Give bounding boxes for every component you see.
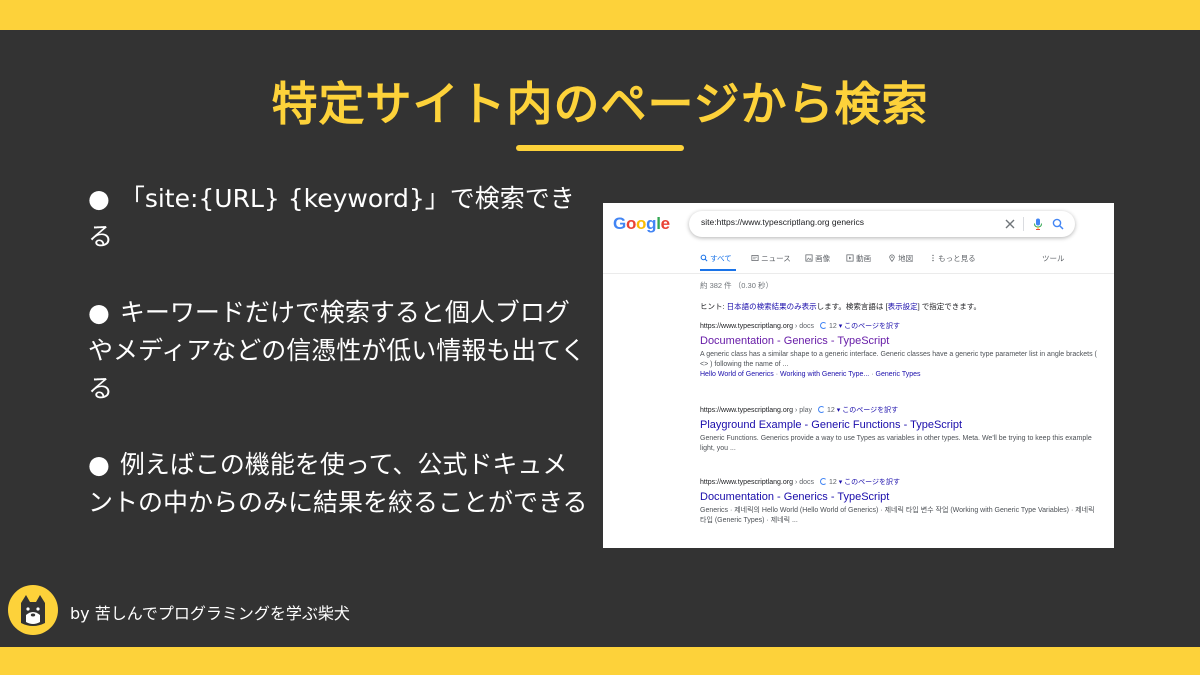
loading-icon [818,406,826,413]
translate-link[interactable]: ▾ このページを訳す [839,323,900,330]
google-search-screenshot: Google site:https://www.typescriptlang.o… [603,203,1114,548]
shiba-avatar [8,585,58,635]
tab-label: すべて [710,254,732,263]
result-snippet: Generic Functions. Generics provide a wa… [700,435,1092,452]
result-url[interactable]: https://www.typescriptlang.org › docs 12… [700,321,1100,332]
bottom-accent-band [0,647,1200,675]
bullet-text: キーワードだけで検索すると個人ブログやメディアなどの信憑性が低い情報も出てくる [88,298,586,403]
logo-letter: G [613,214,626,233]
map-pin-icon [889,254,895,263]
sitelinks: Hello World of Generics · Working with G… [700,371,1100,378]
tab-news[interactable]: ニュース [751,253,791,264]
bullet-dot: ● [88,298,110,327]
sitelink[interactable]: Hello World of Generics [700,371,774,378]
tab-label: 画像 [815,254,831,263]
author-byline: by 苦しんでプログラミングを学ぶ柴犬 [70,604,350,623]
video-icon [846,254,854,262]
tab-all[interactable]: すべて [700,253,732,264]
title-underline [516,145,684,151]
tab-label: 動画 [856,254,872,263]
loading-icon [819,478,827,485]
japanese-only-link[interactable]: 日本語の検索結果のみ表示 [727,302,817,311]
bullet-item: ● 「site:{URL} {keyword}」で検索できる [88,180,588,256]
loading-icon [819,322,827,329]
search-box[interactable]: site:https://www.typescriptlang.org gene… [689,211,1075,237]
result-title-link[interactable]: Documentation - Generics - TypeScript [700,491,1100,503]
tab-videos[interactable]: 動画 [846,253,871,264]
result-url[interactable]: https://www.typescriptlang.org › play 12… [700,405,1100,416]
image-icon [805,254,813,262]
result-snippet: A generic class has a similar shape to a… [700,351,1097,368]
result-count: 12 [827,407,835,414]
translate-link[interactable]: ▾ このページを訳す [839,479,900,486]
result-domain: https://www.typescriptlang.org [700,323,793,330]
clear-icon[interactable] [1003,217,1017,231]
result-domain: https://www.typescriptlang.org [700,479,793,486]
result-count: 12 [828,479,837,486]
bullet-list: ● 「site:{URL} {keyword}」で検索できる ● キーワードだけで検… [88,180,588,560]
tabs-divider [603,273,1114,274]
bullet-text: 「site:{URL} {keyword}」で検索できる [88,184,575,251]
hint-suffix: ] で指定できます。 [917,302,982,311]
tab-label: 地図 [898,254,914,263]
top-accent-band [0,0,1200,30]
result-path: › docs [793,323,815,330]
tab-label: ニュース [761,254,791,263]
bullet-dot: ● [88,184,110,213]
search-result: https://www.typescriptlang.org › docs 12… [700,321,1100,378]
microphone-icon[interactable] [1031,217,1045,231]
result-snippet: Generics · 제네릭의 Hello World (Hello World… [700,507,1095,524]
result-stats: 約 382 件 （0.30 秒） [700,281,773,290]
logo-letter: e [660,214,670,233]
tools-button[interactable]: ツール [1042,253,1065,264]
hint-middle: します。検索言語は [ [816,302,888,311]
sitelink[interactable]: Generic Types [876,371,921,378]
search-input[interactable]: site:https://www.typescriptlang.org gene… [701,217,864,227]
logo-letter: o [625,214,637,233]
logo-letter: o [636,214,647,233]
result-domain: https://www.typescriptlang.org [700,407,793,414]
bullet-text: 例えばこの機能を使って、公式ドキュメントの中からのみに結果を絞ることができる [88,450,588,517]
result-path: › play [793,407,813,414]
hint-prefix: ヒント: [700,302,727,311]
shiba-dog-icon [21,595,45,626]
logo-letter: g [646,214,657,233]
bullet-item: ● 例えばこの機能を使って、公式ドキュメントの中からのみに結果を絞ることができる [88,446,588,522]
sitelink[interactable]: Working with Generic Type... [780,371,869,378]
google-logo: Google [613,214,670,234]
tab-maps[interactable]: 地図 [888,253,913,264]
slide-title: 特定サイト内のページから検索 [271,77,929,131]
search-icon [700,254,708,262]
tab-more[interactable]: もっと見る [930,253,976,264]
result-url[interactable]: https://www.typescriptlang.org › docs 12… [700,477,1100,488]
result-count: 12 [828,323,837,330]
translate-link[interactable]: ▾ このページを訳す [837,407,898,414]
tab-images[interactable]: 画像 [805,253,830,264]
more-vertical-icon [932,254,934,262]
tab-label: もっと見る [938,254,976,263]
bullet-item: ● キーワードだけで検索すると個人ブログやメディアなどの信憑性が低い情報も出てくる [88,294,588,408]
search-tabs: すべて ニュース 画像 動画 地図 もっと見る ツール [700,253,1090,269]
search-icon[interactable] [1051,217,1065,231]
search-result: https://www.typescriptlang.org › play 12… [700,405,1100,454]
language-hint: ヒント: 日本語の検索結果のみ表示します。検索言語は [表示設定] で指定できま… [700,301,981,312]
news-icon [751,255,759,261]
result-title-link[interactable]: Playground Example - Generic Functions -… [700,419,1100,431]
result-path: › docs [793,479,815,486]
divider [1023,217,1024,231]
result-title-link[interactable]: Documentation - Generics - TypeScript [700,335,1100,347]
display-settings-link[interactable]: 表示設定 [888,302,918,311]
bullet-dot: ● [88,450,110,479]
active-tab-indicator [700,269,736,271]
search-result: https://www.typescriptlang.org › docs 12… [700,477,1100,526]
